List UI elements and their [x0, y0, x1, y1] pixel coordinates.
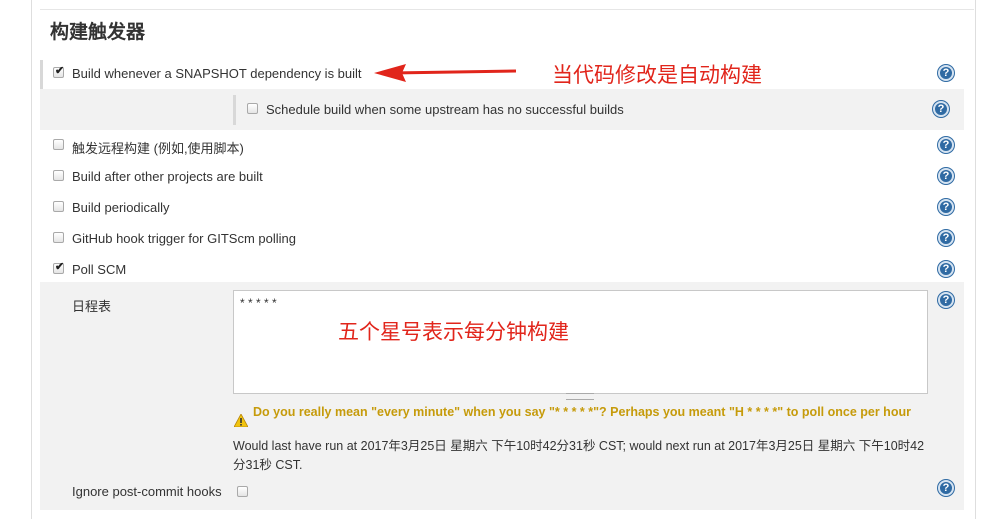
annotation-arrow-icon — [374, 64, 517, 82]
schedule-warning: Do you really mean "every minute" when y… — [253, 405, 911, 419]
nested-accent-bar — [233, 95, 236, 125]
build-periodically-label: Build periodically — [72, 200, 170, 215]
help-icon[interactable]: ? — [938, 168, 954, 184]
poll-scm-checkbox[interactable]: ✔ — [53, 261, 65, 274]
checkmark-icon: ✔ — [55, 65, 65, 77]
annotation-auto-build: 当代码修改是自动构建 — [552, 64, 762, 87]
snapshot-label: Build whenever a SNAPSHOT dependency is … — [72, 66, 362, 81]
checkmark-icon: ✔ — [55, 261, 65, 273]
help-icon[interactable]: ? — [938, 230, 954, 246]
remote-trigger-checkbox[interactable] — [53, 139, 64, 150]
ignore-hooks-checkbox[interactable] — [237, 486, 248, 497]
resize-grip-icon[interactable] — [566, 393, 594, 400]
help-icon[interactable]: ? — [938, 199, 954, 215]
github-hook-label: GitHub hook trigger for GITScm polling — [72, 231, 296, 246]
build-periodically-checkbox[interactable] — [53, 201, 64, 212]
poll-scm-label: Poll SCM — [72, 262, 127, 277]
help-icon[interactable]: ? — [938, 292, 954, 308]
ignore-hooks-label: Ignore post-commit hooks — [72, 484, 222, 499]
help-icon[interactable]: ? — [938, 480, 954, 496]
warning-icon — [234, 414, 248, 427]
build-after-other-label: Build after other projects are built — [72, 169, 263, 184]
schedule-label: 日程表 — [72, 299, 112, 314]
help-icon[interactable]: ? — [938, 65, 954, 81]
help-icon[interactable]: ? — [938, 137, 954, 153]
remote-trigger-label: 触发远程构建 (例如,使用脚本) — [72, 141, 244, 156]
upstream-label: Schedule build when some upstream has no… — [266, 102, 624, 117]
help-icon[interactable]: ? — [938, 261, 954, 277]
upstream-checkbox[interactable] — [247, 103, 258, 114]
build-after-other-checkbox[interactable] — [53, 170, 64, 181]
schedule-run-info: Would last have run at 2017年3月25日 星期六 下午… — [233, 439, 925, 472]
help-icon[interactable]: ? — [933, 101, 949, 117]
section-title: 构建触发器 — [50, 22, 146, 43]
annotation-every-minute: 五个星号表示每分钟构建 — [338, 321, 569, 344]
divider — [40, 9, 974, 10]
github-hook-checkbox[interactable] — [53, 232, 64, 243]
snapshot-checkbox[interactable]: ✔ — [53, 65, 65, 78]
